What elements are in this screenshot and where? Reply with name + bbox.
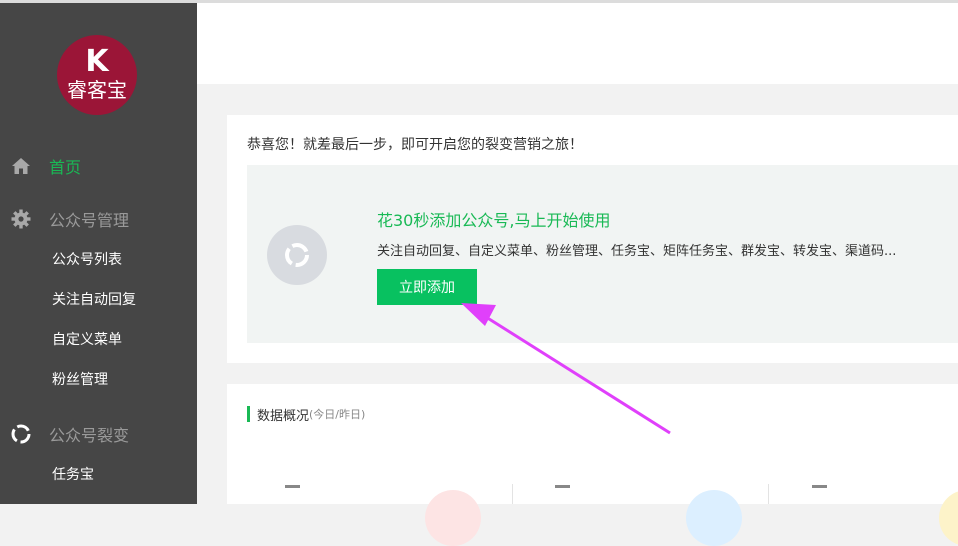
add-account-button[interactable]: 立即添加 bbox=[377, 269, 477, 305]
sidebar: K 睿客宝 首页 公众号管理 公众号列表 关注自动回复 自定义菜单 粉丝管理 公… bbox=[0, 3, 197, 504]
gear-icon bbox=[10, 208, 32, 230]
sidebar-section-fission[interactable]: 公众号裂变 bbox=[0, 414, 197, 454]
overview-subtitle: (今日/昨日) bbox=[309, 408, 366, 421]
add-account-panel: 花30秒添加公众号,马上开始使用 关注自动回复、自定义菜单、粉丝管理、任务宝、矩… bbox=[247, 165, 958, 343]
stat-icon bbox=[686, 490, 742, 546]
brand-name: 睿客宝 bbox=[67, 78, 127, 102]
stat-icon bbox=[425, 490, 481, 546]
fission-icon bbox=[10, 423, 32, 445]
panel-title: 花30秒添加公众号,马上开始使用 bbox=[377, 211, 611, 230]
brand-logo[interactable]: K 睿客宝 bbox=[57, 35, 137, 115]
heading-accent-bar bbox=[247, 406, 250, 422]
sidebar-item-fans[interactable]: 粉丝管理 bbox=[52, 368, 108, 392]
sidebar-item-home[interactable]: 首页 bbox=[0, 146, 197, 186]
sidebar-section-label: 公众号管理 bbox=[49, 211, 130, 230]
sidebar-item-auto-reply[interactable]: 关注自动回复 bbox=[52, 288, 136, 312]
stat-icon bbox=[939, 490, 958, 546]
sidebar-item-custom-menu[interactable]: 自定义菜单 bbox=[52, 328, 122, 352]
logo-mark: K bbox=[85, 44, 109, 79]
wechat-account-icon bbox=[267, 225, 327, 285]
sidebar-item-task[interactable]: 任务宝 bbox=[52, 463, 94, 487]
stat-divider bbox=[512, 484, 513, 504]
overview-heading: 数据概况 (今日/昨日) bbox=[247, 406, 366, 424]
congrats-text: 恭喜您！就差最后一步，即可开启您的裂变营销之旅！ bbox=[247, 137, 583, 153]
panel-description: 关注自动回复、自定义菜单、粉丝管理、任务宝、矩阵任务宝、群发宝、转发宝、渠道码.… bbox=[377, 244, 897, 259]
top-header bbox=[197, 3, 958, 84]
stat-value-placeholder bbox=[812, 485, 827, 488]
sidebar-section-label: 公众号裂变 bbox=[49, 426, 130, 445]
sidebar-item-account-list[interactable]: 公众号列表 bbox=[52, 248, 122, 272]
stat-divider bbox=[768, 484, 769, 504]
sidebar-item-label: 首页 bbox=[49, 158, 82, 177]
onboarding-card: 恭喜您！就差最后一步，即可开启您的裂变营销之旅！ 花30秒添加公众号,马上开始使… bbox=[227, 115, 958, 363]
sidebar-section-manage[interactable]: 公众号管理 bbox=[0, 199, 197, 239]
stat-value-placeholder bbox=[285, 485, 300, 488]
data-overview-card: 数据概况 (今日/昨日) bbox=[227, 384, 958, 546]
overview-title: 数据概况 bbox=[257, 408, 310, 424]
home-icon bbox=[10, 155, 32, 177]
stat-value-placeholder bbox=[555, 485, 570, 488]
